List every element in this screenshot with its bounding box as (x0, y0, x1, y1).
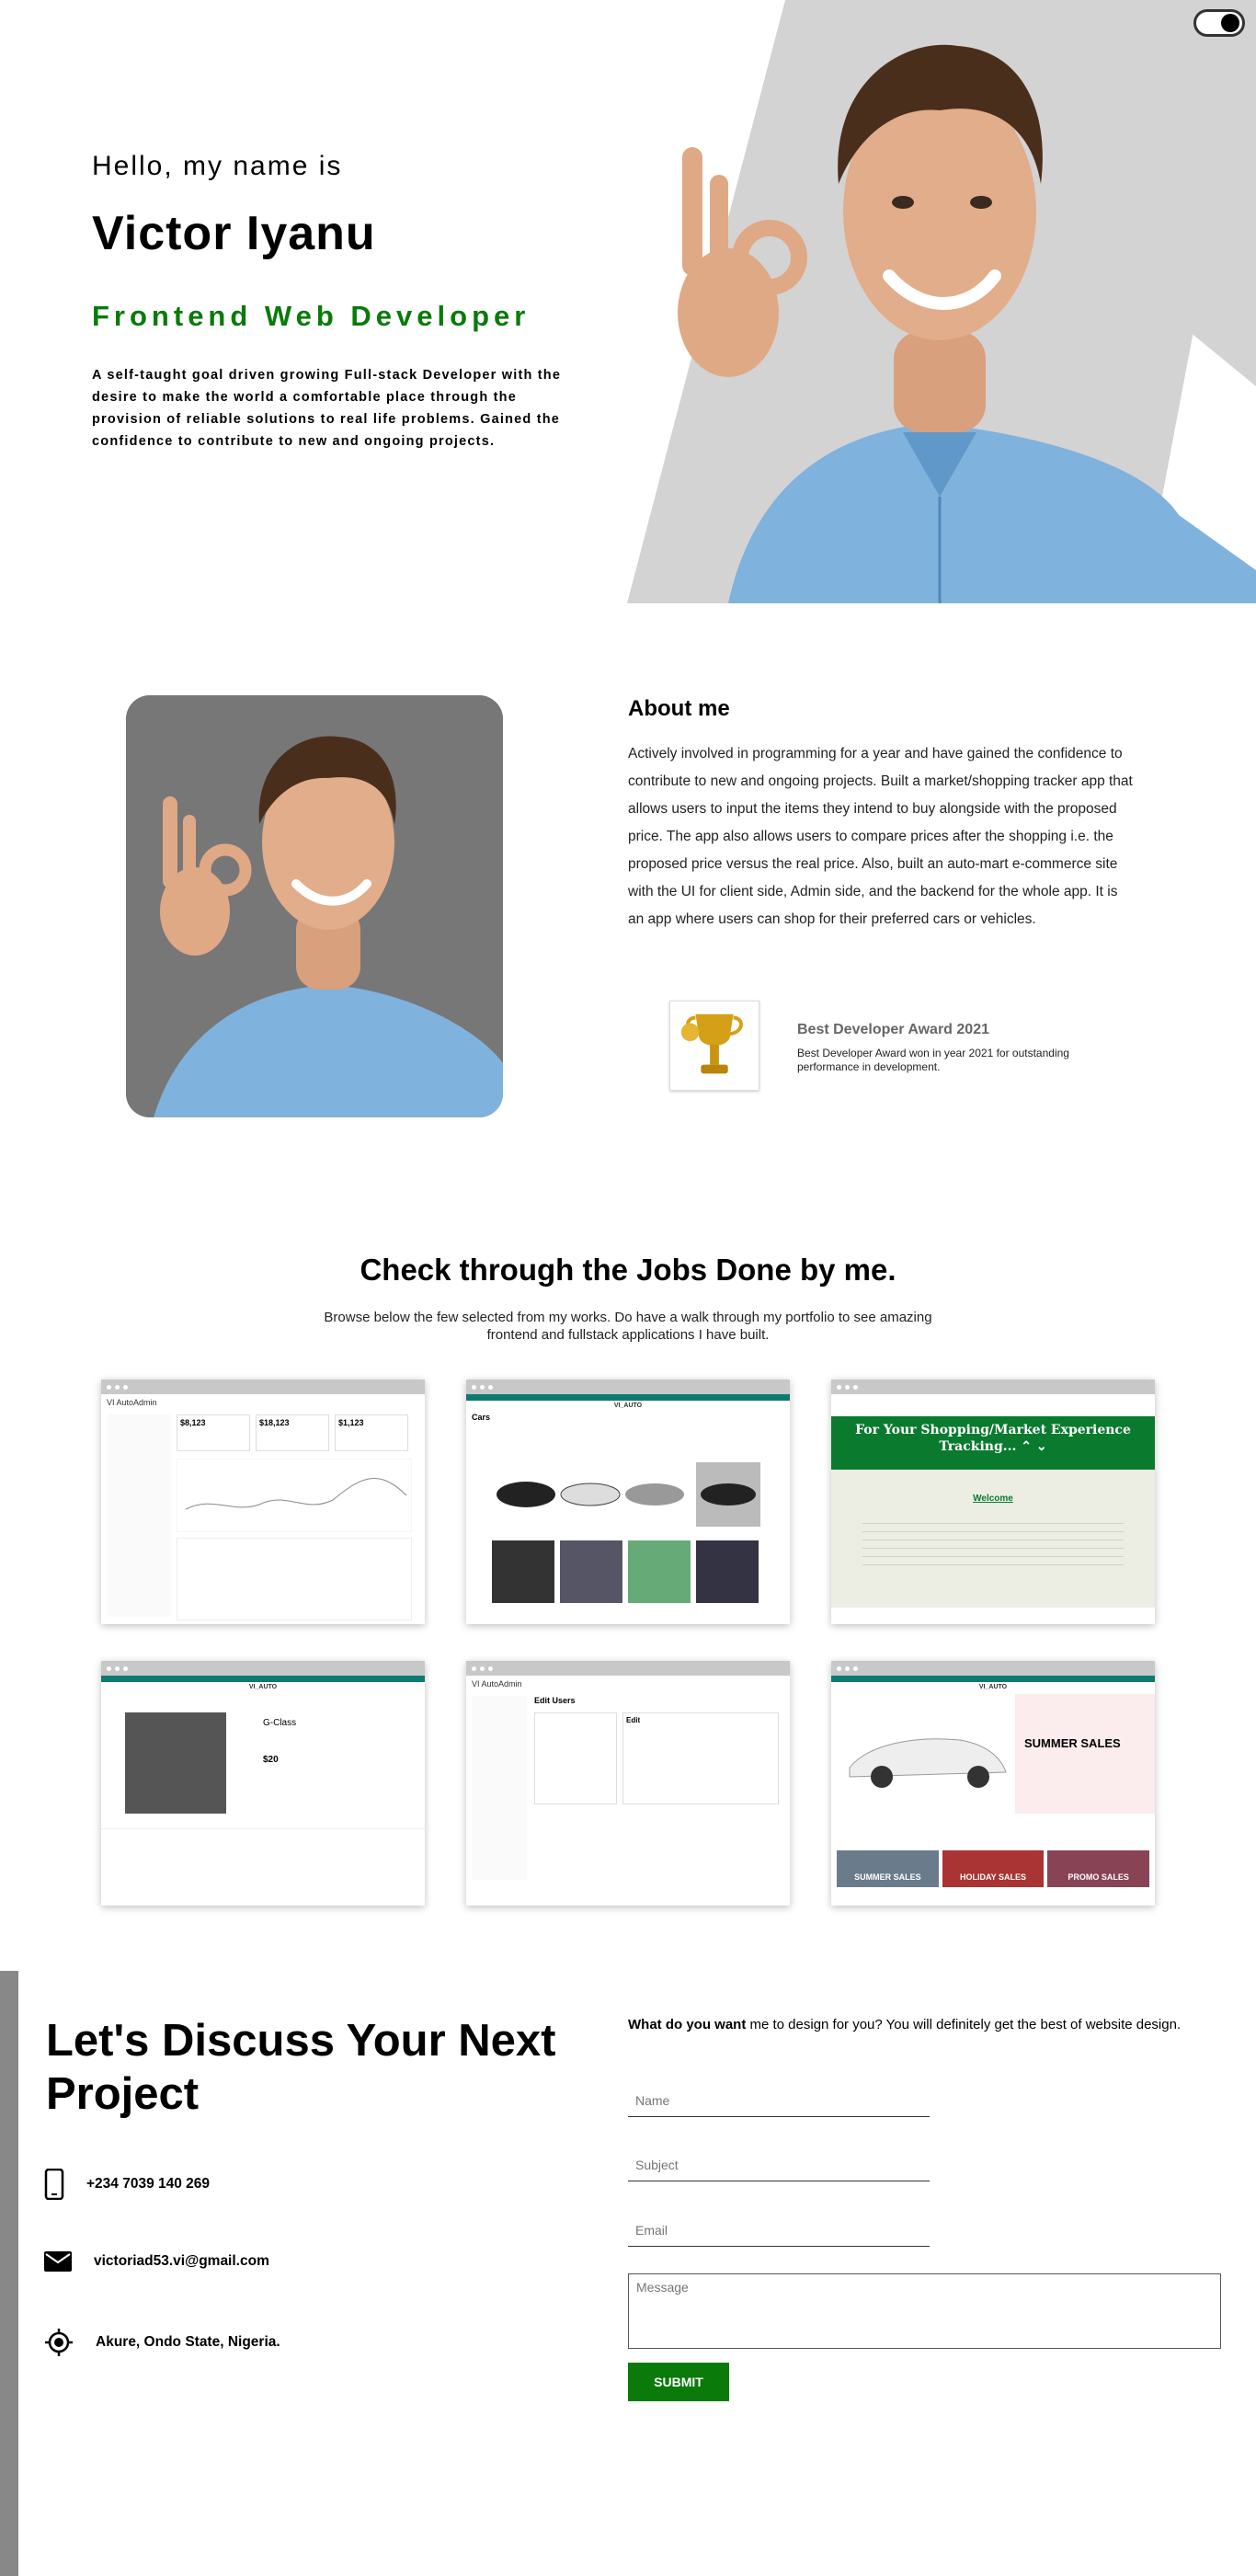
award-description: Best Developer Award won in year 2021 fo… (797, 1047, 1069, 1073)
hero-name: Victor Iyanu (92, 207, 376, 260)
sales-title: SUMMER SALES (1024, 1736, 1121, 1750)
shop-hero: Welcome (831, 1470, 1155, 1608)
location-icon (45, 2329, 73, 2356)
car-gallery (492, 1462, 760, 1603)
product-name: G-Class (263, 1718, 297, 1728)
admin-brand: VI AutoAdmin (472, 1679, 522, 1689)
user-card (534, 1712, 617, 1804)
admin-sidebar (107, 1414, 171, 1617)
about-title: About me (628, 696, 730, 721)
email-input[interactable] (628, 2214, 930, 2247)
project-card-product-page[interactable]: VI_AUTO G-Class $20 (101, 1661, 425, 1906)
welcome-text (862, 1516, 1124, 1571)
auto-brand: VI_AUTO (248, 1684, 278, 1690)
mail-icon (44, 2251, 72, 2272)
product-image (125, 1712, 226, 1814)
browser-bar (466, 1661, 790, 1676)
toggle-knob (1221, 14, 1239, 32)
form-intro-bold: What do you want (628, 2017, 747, 2032)
location-text: Akure, Ondo State, Nigeria. (96, 2334, 280, 2350)
form-intro-text: me to design for you? You will definitel… (746, 2017, 1182, 2032)
welcome-link: Welcome (973, 1494, 1013, 1504)
holiday-sales-tile[interactable]: HOLIDAY SALES (942, 1850, 1045, 1887)
submit-button[interactable]: SUBMIT (628, 2363, 729, 2401)
stat-card: $8,123 (177, 1414, 250, 1451)
stat-card: $18,123 (256, 1414, 329, 1451)
trophy-icon (680, 1013, 743, 1074)
subject-input[interactable] (628, 2148, 930, 2181)
hero-greeting: Hello, my name is (92, 151, 343, 181)
promo-strip (831, 1676, 1155, 1682)
project-card-shopping-tracker[interactable]: For Your Shopping/Market Experience Trac… (831, 1380, 1155, 1624)
email-address: victoriad53.vi@gmail.com (94, 2253, 269, 2269)
browser-bar (466, 1380, 790, 1394)
contact-email: victoriad53.vi@gmail.com (44, 2251, 269, 2272)
form-intro: What do you want me to design for you? Y… (628, 2017, 1198, 2032)
edit-users-title: Edit Users (534, 1696, 576, 1705)
hero-section: Hello, my name is Victor Iyanu Frontend … (0, 0, 1256, 603)
jobs-subtitle: Browse below the few selected from my wo… (324, 1310, 932, 1343)
browser-bar (831, 1661, 1155, 1676)
stat-card: $1,123 (335, 1414, 408, 1451)
project-card-admin-dashboard[interactable]: VI AutoAdmin $8,123 $18,123 $1,123 (101, 1380, 425, 1624)
summer-sales-tile[interactable]: SUMMER SALES (837, 1850, 939, 1887)
admin-sidebar (472, 1696, 527, 1880)
project-card-edit-users[interactable]: VI AutoAdmin Edit Users Edit (466, 1661, 790, 1906)
hero-role: Frontend Web Developer (92, 300, 531, 332)
cars-title: Cars (472, 1413, 491, 1422)
award-title: Best Developer Award 2021 (797, 1022, 989, 1037)
message-textarea[interactable] (628, 2273, 1221, 2349)
tables-panel (177, 1538, 412, 1620)
auto-brand: VI_AUTO (613, 1402, 643, 1409)
phone-number: +234 7039 140 269 (86, 2176, 211, 2192)
car-image (831, 1694, 1015, 1814)
promo-sales-tile[interactable]: PROMO SALES (1047, 1850, 1150, 1887)
browser-bar (101, 1380, 425, 1394)
product-price: $20 (263, 1755, 279, 1765)
line-chart (177, 1459, 412, 1532)
auto-brand: VI_AUTO (978, 1684, 1008, 1690)
about-photo (126, 695, 503, 1117)
hero-intro: A self-taught goal driven growing Full-s… (92, 368, 562, 449)
edit-form: Edit (622, 1712, 779, 1804)
contact-location: Akure, Ondo State, Nigeria. (44, 2328, 280, 2357)
project-card-cars[interactable]: VI_AUTO Cars (466, 1380, 790, 1624)
promo-strip (466, 1394, 790, 1401)
jobs-title: Check through the Jobs Done by me. (360, 1253, 896, 1287)
contact-side-bar (0, 1971, 18, 2576)
project-card-sales[interactable]: VI_AUTO SUMMER SALES SUMMER SALES HOLIDA… (831, 1661, 1155, 1906)
name-input[interactable] (628, 2084, 930, 2117)
promo-strip (101, 1676, 425, 1682)
sales-banner: SUMMER SALES (831, 1694, 1155, 1814)
award-trophy-image (669, 1001, 759, 1091)
phone-icon (44, 2169, 64, 2200)
admin-brand: VI AutoAdmin (107, 1398, 157, 1407)
browser-bar (101, 1661, 425, 1676)
shop-banner: For Your Shopping/Market Experience Trac… (831, 1416, 1155, 1470)
site-footer (101, 1828, 425, 1893)
contact-phone: +234 7039 140 269 (44, 2169, 210, 2200)
theme-toggle[interactable] (1193, 9, 1245, 37)
hero-photo (627, 0, 1256, 603)
browser-bar (831, 1380, 1155, 1394)
about-text: Actively involved in programming for a y… (628, 746, 1133, 927)
contact-title: Let's Discuss Your Next Project (46, 2016, 556, 2119)
